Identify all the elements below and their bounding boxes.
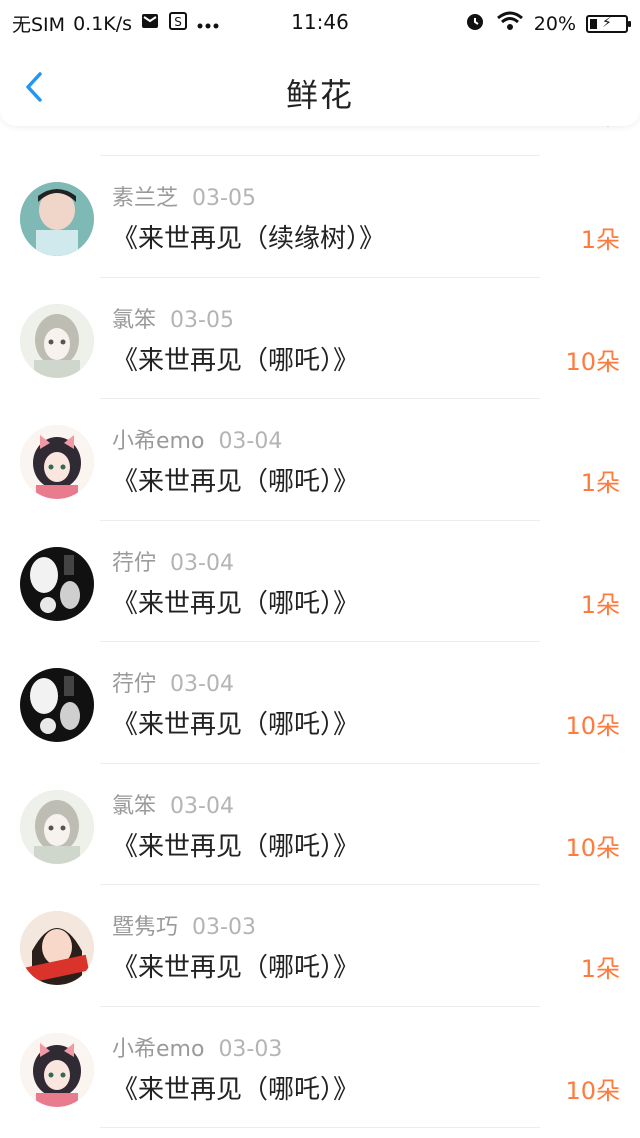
- send-date: 03-04: [170, 550, 234, 576]
- page-title: 鲜花: [285, 76, 354, 114]
- gift-quantity: 1朵: [580, 226, 620, 254]
- gift-title: 《来世再见（哪吒）》: [112, 467, 360, 497]
- gift-title: 《来世再见（哪吒）》: [112, 953, 360, 983]
- list-item[interactable]: 氯笨 03-04 《来世再见（哪吒）》 10朵: [0, 764, 640, 885]
- status-right: 20% ⚡: [464, 10, 631, 37]
- list-item[interactable]: 氯笨 03-05 《来世再见（哪吒）》 10朵: [0, 278, 640, 399]
- sender-meta: 氯笨 03-04: [112, 788, 234, 820]
- sender-name: 暨隽巧: [112, 915, 179, 940]
- divider: [100, 1127, 540, 1128]
- sender-meta: 素兰芝 03-05: [112, 180, 256, 212]
- sender-meta: 小希emo 03-03: [112, 1031, 282, 1063]
- send-date: 03-04: [170, 672, 234, 697]
- gift-quantity: 1朵: [580, 955, 620, 983]
- gift-title: 《来世再见（哪吒）》: [112, 710, 360, 740]
- list-item[interactable]: 荇佇 03-04 《来世再见（哪吒）》 1朵: [0, 521, 640, 642]
- send-date: 03-03: [192, 915, 256, 940]
- sender-name: 小希emo: [112, 429, 205, 454]
- gift-quantity: 1朵: [580, 590, 620, 619]
- gift-title: 《来世再见（哪吒）》: [112, 345, 360, 376]
- list-item[interactable]: 小希emo 03-03 《来世再见（哪吒）》 10朵: [0, 1007, 640, 1128]
- battery-percent: 20%: [533, 12, 576, 35]
- avatar[interactable]: [20, 911, 94, 985]
- sender-meta: 暨隽巧 03-03: [112, 909, 256, 941]
- nav-bar: 鲜花: [0, 44, 640, 126]
- avatar[interactable]: [20, 425, 94, 499]
- gift-quantity: 10朵: [565, 712, 620, 740]
- send-date: 03-04: [218, 429, 283, 454]
- wifi-icon: [496, 10, 524, 37]
- avatar[interactable]: [20, 789, 94, 864]
- status-bar: 无SIM 0.1K/s S 11:46 20% ⚡: [0, 0, 640, 44]
- battery-icon: ⚡: [586, 14, 631, 33]
- gift-quantity: 10朵: [565, 347, 620, 376]
- avatar[interactable]: [20, 1032, 94, 1107]
- sender-meta: 氯笨 03-05: [112, 302, 234, 334]
- gift-quantity: 10朵: [565, 833, 620, 862]
- send-date: 03-04: [170, 793, 234, 819]
- list-item[interactable]: 小希emo 03-04 《来世再见（哪吒）》 1朵: [0, 399, 640, 521]
- gift-title: 《来世再见（哪吒）》: [112, 1074, 360, 1105]
- avatar[interactable]: [20, 668, 94, 742]
- list-item[interactable]: 暨隽巧 03-03 《来世再见（哪吒）》 1朵: [0, 885, 640, 1007]
- gift-quantity: 1朵: [580, 469, 620, 497]
- sender-name: 荇佇: [112, 672, 157, 697]
- sender-name: 氯笨: [112, 793, 157, 819]
- sender-name: 氯笨: [112, 307, 157, 333]
- send-date: 03-05: [170, 307, 234, 333]
- sender-meta: 小希emo 03-04: [112, 423, 282, 455]
- send-date: 03-05: [192, 186, 256, 211]
- sender-meta: 荇佇 03-04: [112, 545, 234, 577]
- list-item[interactable]: 素兰芝 03-05 《来世再见（续缘树）》 1朵: [0, 156, 640, 278]
- gift-quantity: 10朵: [565, 1076, 620, 1105]
- sender-name: 小希emo: [112, 1036, 205, 1062]
- list-item[interactable]: 荇佇 03-04 《来世再见（哪吒）》 10朵: [0, 642, 640, 764]
- gift-list[interactable]: 1朵 素兰芝03-05《来世再见（续缘树）》1朵氯笨03-05《来世再见（哪吒）…: [0, 86, 640, 1128]
- gift-title: 《来世再见（哪吒）》: [112, 588, 360, 619]
- gift-title: 《来世再见（哪吒）》: [112, 831, 360, 862]
- sender-name: 素兰芝: [112, 186, 179, 211]
- sender-meta: 荇佇 03-04: [112, 666, 234, 698]
- alarm-icon: [464, 10, 486, 37]
- avatar[interactable]: [20, 546, 94, 621]
- send-date: 03-03: [218, 1036, 283, 1062]
- avatar[interactable]: [20, 182, 94, 256]
- gift-title: 《来世再见（续缘树）》: [112, 224, 386, 254]
- avatar[interactable]: [20, 303, 94, 378]
- sender-name: 荇佇: [112, 550, 157, 576]
